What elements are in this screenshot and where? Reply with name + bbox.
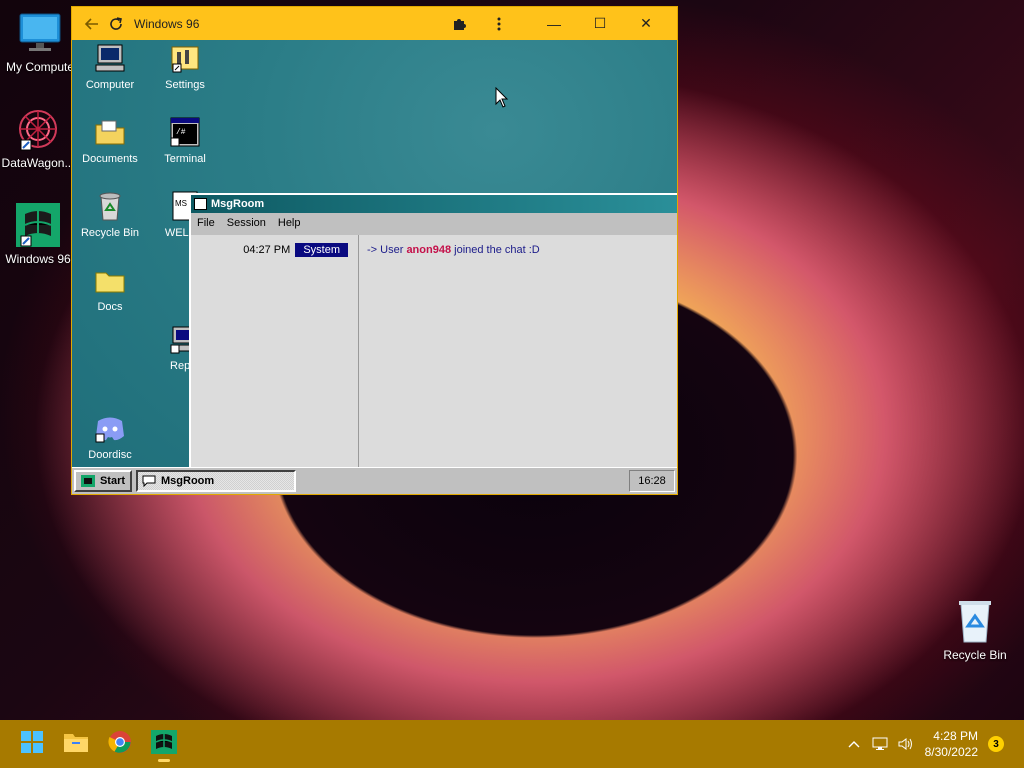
- start-button[interactable]: [12, 724, 52, 764]
- svg-text:/#: /#: [176, 128, 186, 137]
- menu-session[interactable]: Session: [221, 217, 272, 229]
- menu-help[interactable]: Help: [272, 217, 307, 229]
- desktop-icon-label: My Compute: [5, 60, 75, 74]
- desktop-icon-datawagon[interactable]: DataWagon...: [0, 106, 78, 170]
- taskbar-windows-96[interactable]: [144, 724, 184, 764]
- win96-icon-label: Documents: [82, 153, 138, 165]
- win96-icon-label: Recycle Bin: [80, 227, 140, 239]
- win96-icon-computer[interactable]: Computer: [73, 42, 147, 91]
- chat-bubble-icon: [194, 198, 207, 210]
- start-label: Start: [99, 475, 126, 487]
- win96-desktop[interactable]: Computer Settings Documents /# Terminal …: [72, 40, 677, 494]
- windows-96-logo-icon: [15, 202, 61, 248]
- mouse-cursor-icon: [495, 86, 509, 114]
- minimize-button[interactable]: —: [531, 7, 577, 40]
- volume-icon[interactable]: [893, 737, 919, 751]
- menu-file[interactable]: File: [191, 217, 221, 229]
- host-taskbar: 4:28 PM 8/30/2022 3: [0, 720, 1024, 768]
- clock-time: 4:28 PM: [933, 729, 978, 743]
- recycle-bin-icon: [94, 190, 126, 222]
- msgroom-window[interactable]: MsgRoom File Session Help 04:27 PM System…: [189, 193, 677, 474]
- desktop-icon-label: Recycle Bin: [943, 648, 1007, 662]
- terminal-icon: /#: [169, 116, 201, 148]
- system-tray: 4:28 PM 8/30/2022 3: [841, 720, 1024, 768]
- monitor-icon: [17, 10, 63, 56]
- win96-icon-recycle-bin[interactable]: Recycle Bin: [73, 190, 147, 239]
- windows-logo-icon: [20, 730, 44, 759]
- back-arrow-icon[interactable]: [80, 12, 104, 36]
- folder-icon: [94, 264, 126, 296]
- msgroom-title: MsgRoom: [211, 198, 265, 210]
- reload-icon[interactable]: [104, 12, 128, 36]
- desktop-icon-my-computer[interactable]: My Compute: [0, 10, 80, 74]
- desktop-icon-label: Windows 96: [5, 252, 71, 266]
- desktop-icon-recycle-bin[interactable]: Recycle Bin: [935, 598, 1015, 662]
- show-hidden-icons-chevron-up-icon[interactable]: [841, 740, 867, 748]
- desktop-icon-label: DataWagon...: [1, 156, 75, 170]
- msgroom-body: 04:27 PM System -> User anon948 joined th…: [191, 235, 677, 472]
- win96-icon-label: Terminal: [164, 153, 206, 165]
- windows-96-logo-icon: [151, 729, 177, 759]
- folder-documents-icon: [94, 116, 126, 148]
- taskbar-chrome[interactable]: [100, 724, 140, 764]
- taskbar-item-label: MsgRoom: [161, 475, 215, 487]
- svg-text:MS: MS: [175, 199, 187, 208]
- clock-date: 8/30/2022: [924, 745, 978, 759]
- browser-titlebar[interactable]: Windows 96 — ☐ ✕: [72, 7, 677, 40]
- datawagon-logo-icon: [15, 106, 61, 152]
- win96-icon-label: Computer: [85, 79, 135, 91]
- browser-window[interactable]: Windows 96 — ☐ ✕ Computer Settings Docum…: [71, 6, 678, 495]
- file-explorer-icon: [63, 731, 89, 758]
- chrome-icon: [108, 730, 132, 759]
- taskbar-file-explorer[interactable]: [56, 724, 96, 764]
- message-text-column: -> User anon948 joined the chat :D: [359, 235, 677, 472]
- message-meta-column: 04:27 PM System: [191, 235, 359, 472]
- msgroom-menubar: File Session Help: [191, 213, 677, 233]
- maximize-button[interactable]: ☐: [577, 7, 623, 40]
- win96-icon-documents[interactable]: Documents: [73, 116, 147, 165]
- win96-icon-label: Doordisc: [88, 449, 132, 461]
- message-sender-badge: System: [295, 243, 348, 257]
- message-time: 04:27 PM: [243, 244, 291, 256]
- win96-icon-docs[interactable]: Docs: [73, 264, 147, 313]
- clock[interactable]: 4:28 PM 8/30/2022: [925, 728, 978, 760]
- settings-icon: [169, 42, 201, 74]
- message-suffix: joined the chat :D: [454, 244, 540, 256]
- network-icon[interactable]: [867, 737, 893, 751]
- chat-bubble-icon: [142, 475, 156, 488]
- close-button[interactable]: ✕: [623, 7, 669, 40]
- message-prefix: -> User: [367, 244, 404, 256]
- win96-icon-label: Settings: [165, 79, 205, 91]
- win96-icon-settings[interactable]: Settings: [148, 42, 222, 91]
- msgroom-titlebar[interactable]: MsgRoom: [191, 195, 677, 213]
- recycle-bin-icon: [952, 598, 998, 644]
- win96-taskbar: Start MsgRoom 16:28: [72, 467, 677, 494]
- extensions-puzzle-icon[interactable]: [447, 12, 471, 36]
- win96-icon-doordisc[interactable]: Doordisc: [73, 412, 147, 461]
- computer-icon: [94, 42, 126, 74]
- notification-badge[interactable]: 3: [988, 736, 1004, 752]
- win96-start-button[interactable]: Start: [74, 470, 132, 492]
- message-username[interactable]: anon948: [406, 244, 451, 256]
- win96-start-logo-icon: [80, 475, 95, 487]
- win96-taskbar-item-msgroom[interactable]: MsgRoom: [136, 470, 296, 492]
- win96-icon-terminal[interactable]: /# Terminal: [148, 116, 222, 165]
- page-title: Windows 96: [134, 16, 200, 31]
- win96-clock: 16:28: [629, 470, 675, 492]
- discord-icon: [94, 412, 126, 444]
- more-menu-icon[interactable]: [487, 12, 511, 36]
- win96-icon-label: Docs: [97, 301, 123, 313]
- desktop-icon-windows-96[interactable]: Windows 96: [0, 202, 78, 266]
